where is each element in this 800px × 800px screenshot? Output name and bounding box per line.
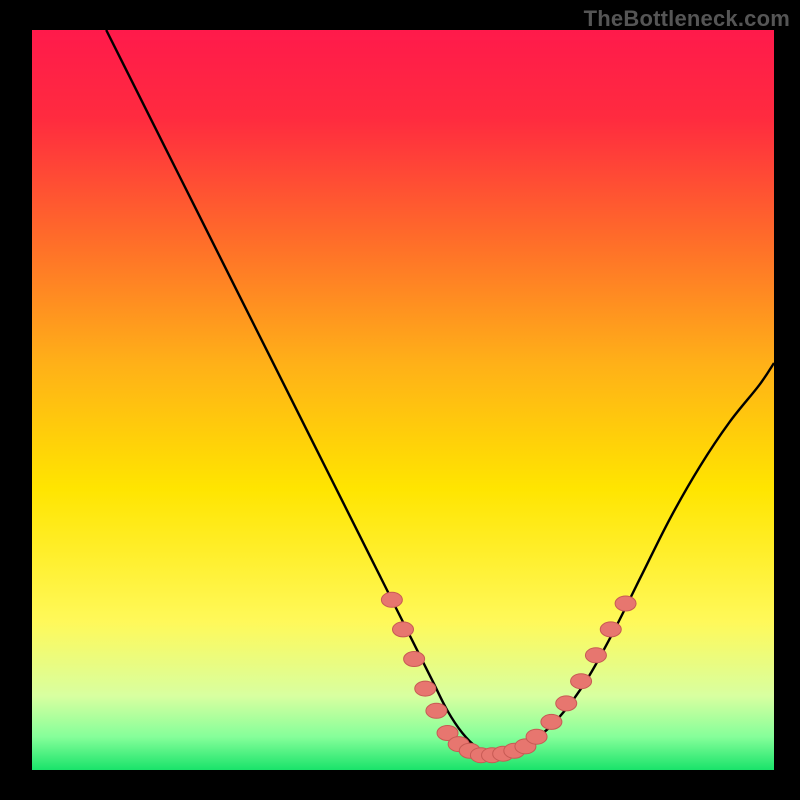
curve-dot <box>615 596 636 611</box>
chart-frame: TheBottleneck.com <box>0 0 800 800</box>
curve-dot <box>600 622 621 637</box>
curve-dot <box>415 681 436 696</box>
curve-dot <box>426 703 447 718</box>
curve-dot <box>541 714 562 729</box>
curve-dot <box>381 592 402 607</box>
curve-dot <box>556 696 577 711</box>
plot-area <box>32 30 774 770</box>
curve-dot <box>393 622 414 637</box>
curve-dot <box>571 674 592 689</box>
bottleneck-chart <box>0 0 800 800</box>
curve-dot <box>526 729 547 744</box>
curve-dot <box>585 648 606 663</box>
watermark-text: TheBottleneck.com <box>584 6 790 32</box>
curve-dot <box>404 652 425 667</box>
